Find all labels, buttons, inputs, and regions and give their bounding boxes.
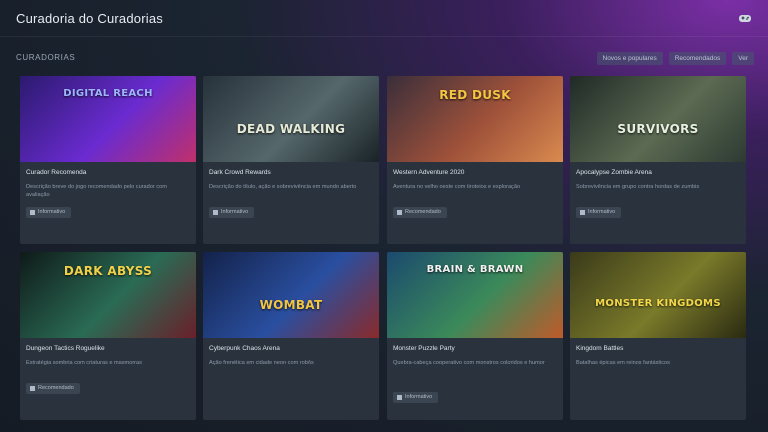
game-cover-image[interactable]: SURVIVORS <box>570 76 746 162</box>
game-cover-title: SURVIVORS <box>617 122 699 136</box>
tag-icon <box>580 210 585 215</box>
game-cover-image[interactable]: DIGITAL REACH <box>20 76 196 162</box>
curator-name[interactable]: Kingdom Battles <box>576 345 623 352</box>
tag-icon <box>397 395 402 400</box>
curator-description: Descrição do título, ação e sobrevivênci… <box>209 184 357 190</box>
game-cover-title: BRAIN & BRAWN <box>426 264 524 275</box>
game-cover-image[interactable]: DARK ABYSS <box>20 252 196 338</box>
curator-name[interactable]: Dungeon Tactics Roguelike <box>26 345 105 352</box>
tag-label: Recomendado <box>38 385 74 391</box>
game-cover-image[interactable]: DEAD WALKING <box>203 76 379 162</box>
filter-bar: Novos e populares Recomendados Ver <box>596 52 754 65</box>
curator-description: Quebra-cabeça cooperativo com monstros c… <box>393 360 545 366</box>
curator-tag-button[interactable]: Informativo <box>576 207 622 218</box>
tag-icon <box>397 210 402 215</box>
curator-card[interactable]: SURVIVORS Apocalypse Zombie Arena Sobreviv… <box>570 76 746 244</box>
curator-card[interactable]: DIGITAL REACH Curador Recomenda Descrição … <box>20 76 196 244</box>
curator-card[interactable]: DARK ABYSS Dungeon Tactics Roguelike Estra… <box>20 252 196 420</box>
curator-card[interactable]: BRAIN & BRAWN Monster Puzzle Party Quebra-… <box>387 252 563 420</box>
gamepad-icon[interactable] <box>738 12 752 24</box>
game-cover-title: DEAD WALKING <box>236 122 346 136</box>
game-cover-title: WOMBAT <box>259 298 323 312</box>
tag-icon <box>30 386 35 391</box>
curator-description: Batalhas épicas em reinos fantásticos <box>576 360 670 366</box>
curator-name[interactable]: Curador Recomenda <box>26 169 86 176</box>
curator-tag-button[interactable]: Informativo <box>209 207 255 218</box>
curator-card[interactable]: MONSTER KINGDOMS Kingdom Battles Batalhas … <box>570 252 746 420</box>
curator-tag-button[interactable]: Recomendado <box>393 207 447 218</box>
curator-description: Ação frenética em cidade neon com robôs <box>209 360 314 366</box>
curator-name[interactable]: Apocalypse Zombie Arena <box>576 169 652 176</box>
filter-view-button[interactable]: Ver <box>732 52 754 65</box>
curator-card[interactable]: RED DUSK Western Adventure 2020 Aventura n… <box>387 76 563 244</box>
game-cover-image[interactable]: WOMBAT <box>203 252 379 338</box>
curator-name[interactable]: Cyberpunk Chaos Arena <box>209 345 280 352</box>
curator-description: Descrição breve do jogo recomendado pelo… <box>26 184 167 198</box>
tag-icon <box>213 210 218 215</box>
game-cover-title: DARK ABYSS <box>63 264 153 278</box>
game-cover-title: RED DUSK <box>439 88 511 102</box>
curator-name[interactable]: Monster Puzzle Party <box>393 345 455 352</box>
game-cover-title: DIGITAL REACH <box>63 88 153 99</box>
game-cover-image[interactable]: RED DUSK <box>387 76 563 162</box>
tag-icon <box>30 210 35 215</box>
page-title: Curadoria do Curadorias <box>16 11 163 26</box>
filter-new-popular-button[interactable]: Novos e populares <box>596 52 663 65</box>
curator-tag-button[interactable]: Informativo <box>393 392 439 403</box>
game-cover-image[interactable]: MONSTER KINGDOMS <box>570 252 746 338</box>
tag-label: Informativo <box>38 209 66 215</box>
game-cover-image[interactable]: BRAIN & BRAWN <box>387 252 563 338</box>
tag-label: Informativo <box>405 394 433 400</box>
curator-description: Aventura no velho oeste com tiroteios e … <box>393 184 521 190</box>
curator-description: Estratégia sombria com criaturas e masmo… <box>26 360 142 366</box>
curator-tag-button[interactable]: Informativo <box>26 207 72 218</box>
tag-label: Informativo <box>221 209 249 215</box>
curator-card[interactable]: DEAD WALKING Dark Crowd Rewards Descrição … <box>203 76 379 244</box>
curator-name[interactable]: Western Adventure 2020 <box>393 169 464 176</box>
curator-name[interactable]: Dark Crowd Rewards <box>209 169 271 176</box>
tag-label: Informativo <box>588 209 616 215</box>
filter-recommended-button[interactable]: Recomendados <box>668 52 727 65</box>
tag-label: Recomendado <box>405 209 441 215</box>
curator-description: Sobrevivência em grupo contra hordas de … <box>576 184 700 190</box>
game-cover-title: MONSTER KINGDOMS <box>595 298 721 309</box>
curator-card[interactable]: WOMBAT Cyberpunk Chaos Arena Ação frenétic… <box>203 252 379 420</box>
app-header: Curadoria do Curadorias <box>0 0 768 37</box>
curator-tag-button[interactable]: Recomendado <box>26 383 80 394</box>
section-label: CURADORIAS <box>16 53 76 62</box>
